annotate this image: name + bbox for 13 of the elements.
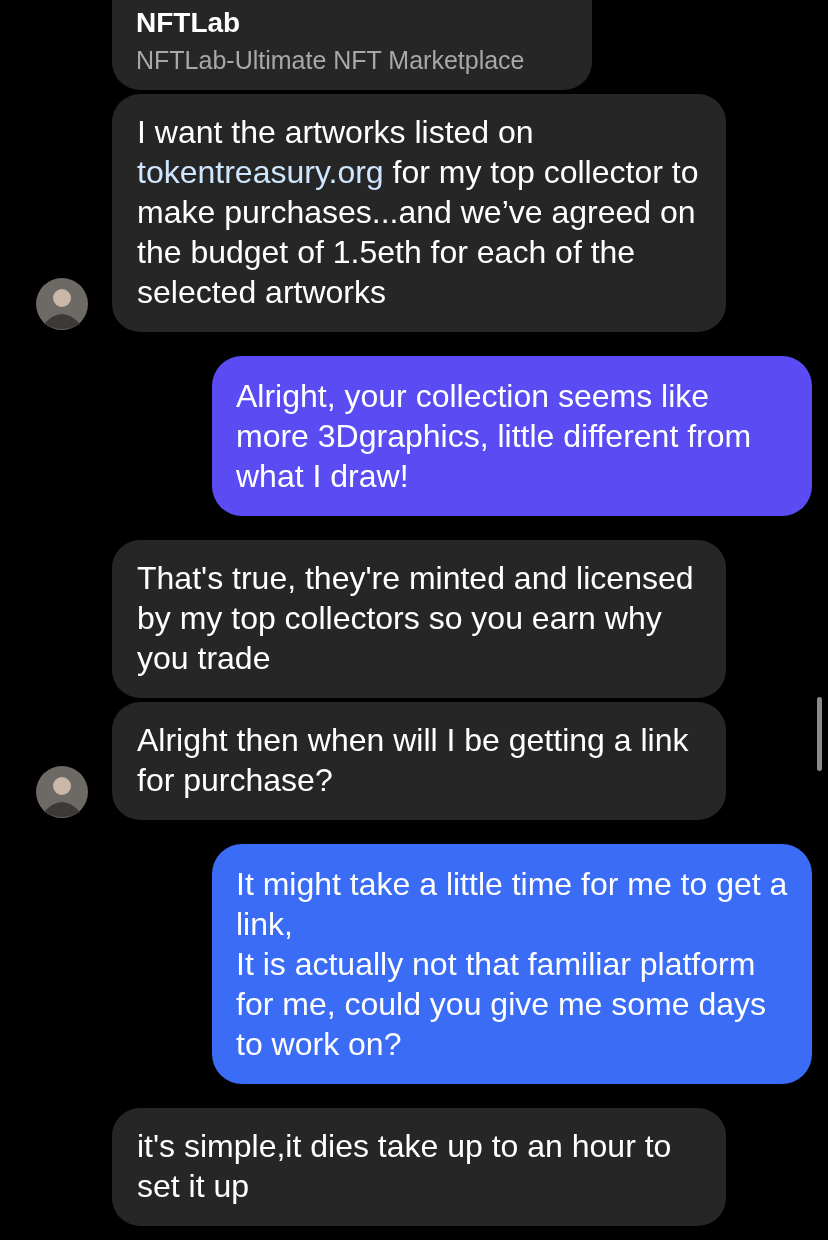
- scrollbar[interactable]: [817, 697, 822, 771]
- link-preview-card[interactable]: NFTLab NFTLab-Ultimate NFT Marketplace: [112, 0, 592, 90]
- preview-title: NFTLab: [136, 6, 242, 40]
- avatar[interactable]: [36, 278, 88, 330]
- message-bubble: Alright then when will I be getting a link for purchase?: [112, 702, 726, 820]
- preview-subtitle: NFTLab-Ultimate NFT Marketplace: [136, 45, 526, 76]
- avatar[interactable]: [36, 766, 88, 818]
- message-bubble: I want the artworks listed on tokentreasury.org for my top collector to make purchases...and we’ve agreed on the budget of 1.5eth for each of the selected artworks: [112, 94, 726, 332]
- message-bubble: it's simple,it dies take up to an hour to set it up: [112, 1108, 726, 1226]
- message-bubble: That's true, they're minted and licensed by my top collectors so you earn why you trade: [112, 540, 726, 698]
- message-bubble: Alright, your collection seems like more 3Dgraphics, little different from what I draw!: [212, 356, 812, 516]
- message-bubble: It might take a little time for me to get a link, It is actually not that familiar platform for me, could you give me some days to work on?: [212, 844, 812, 1084]
- link[interactable]: tokentreasury.org: [137, 154, 384, 190]
